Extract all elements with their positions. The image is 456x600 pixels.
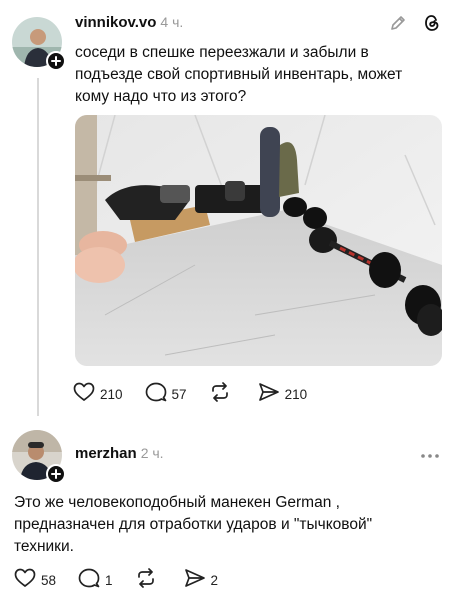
- post-header-icons: [388, 13, 442, 38]
- follow-plus-icon[interactable]: [46, 464, 66, 484]
- reply-text: Это же человекоподобный манекен German ,…: [14, 494, 373, 555]
- send-icon: [184, 568, 206, 593]
- reply-count: 1: [105, 573, 113, 588]
- post-username-text[interactable]: vinnikov.vo: [75, 14, 156, 31]
- post-text: соседи в спешке переезжали и забыли в по…: [75, 44, 403, 105]
- send-icon: [258, 382, 280, 407]
- like-count: 58: [41, 573, 57, 588]
- post-photo[interactable]: [75, 115, 442, 366]
- follow-plus-icon[interactable]: [46, 51, 66, 71]
- heart-icon: [14, 568, 36, 593]
- photo-dumbbells-mannequin-icon: [75, 115, 442, 366]
- heart-icon: [73, 382, 95, 407]
- reply-count: 57: [171, 387, 187, 402]
- reply-actions: 58 1 2: [14, 568, 240, 593]
- more-icon[interactable]: [420, 446, 440, 464]
- pencil-icon[interactable]: [388, 13, 408, 38]
- comment-icon: [78, 568, 100, 593]
- reply-button[interactable]: 57: [145, 382, 187, 407]
- comment-icon: [145, 382, 167, 407]
- repost-button[interactable]: [135, 568, 162, 593]
- repost-icon: [135, 568, 157, 593]
- post-username[interactable]: vinnikov.vo 4 ч.: [75, 14, 183, 31]
- repost-button[interactable]: [209, 382, 236, 407]
- share-count: 2: [210, 573, 219, 588]
- share-button[interactable]: 2: [184, 568, 219, 593]
- like-button[interactable]: 210: [73, 382, 123, 407]
- repost-icon: [209, 382, 231, 407]
- reply-username[interactable]: merzhan 2 ч.: [75, 445, 164, 462]
- like-button[interactable]: 58: [14, 568, 56, 593]
- share-count: 210: [284, 387, 308, 402]
- post-author-avatar[interactable]: [12, 17, 66, 71]
- thread-line: [37, 78, 39, 416]
- threads-logo-icon[interactable]: [422, 13, 442, 38]
- share-button[interactable]: 210: [258, 382, 308, 407]
- reply-username-text[interactable]: merzhan: [75, 445, 137, 462]
- reply-author-avatar[interactable]: [12, 430, 66, 484]
- reply-time: 2 ч.: [140, 445, 164, 461]
- like-count: 210: [100, 387, 123, 402]
- reply-button[interactable]: 1: [78, 568, 113, 593]
- post-actions: 210 57 210: [73, 382, 329, 407]
- post-time: 4 ч.: [160, 14, 184, 30]
